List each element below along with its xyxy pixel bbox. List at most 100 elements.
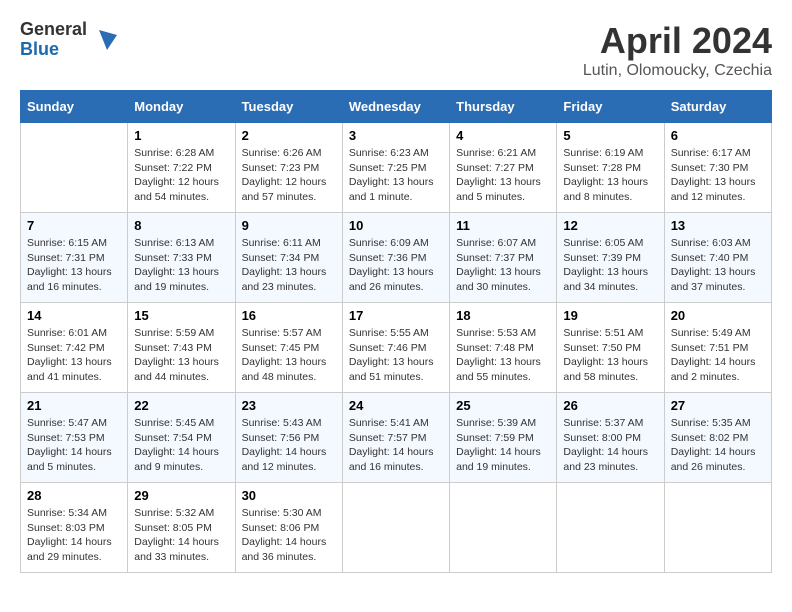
calendar-cell: 18 Sunrise: 5:53 AM Sunset: 7:48 PM Dayli… [450,303,557,393]
day-info: Sunrise: 5:59 AM Sunset: 7:43 PM Dayligh… [134,326,228,385]
day-number: 1 [134,128,228,143]
day-info: Sunrise: 5:57 AM Sunset: 7:45 PM Dayligh… [242,326,336,385]
day-info: Sunrise: 5:34 AM Sunset: 8:03 PM Dayligh… [27,506,121,565]
page-header: General Blue April 2024 Lutin, Olomoucky… [20,20,772,80]
calendar-cell: 11 Sunrise: 6:07 AM Sunset: 7:37 PM Dayli… [450,213,557,303]
calendar-cell: 5Sunrise: 6:19 AM Sunset: 7:28 PM Daylig… [557,123,664,213]
day-info: Sunrise: 6:01 AM Sunset: 7:42 PM Dayligh… [27,326,121,385]
day-info: Sunrise: 6:13 AM Sunset: 7:33 PM Dayligh… [134,236,228,295]
day-number: 21 [27,398,121,413]
calendar-cell: 14Sunrise: 6:01 AM Sunset: 7:42 PM Dayli… [21,303,128,393]
calendar-cell [342,483,449,573]
day-number: 24 [349,398,443,413]
calendar-cell: 3Sunrise: 6:23 AM Sunset: 7:25 PM Daylig… [342,123,449,213]
calendar-cell: 26 Sunrise: 5:37 AM Sunset: 8:00 PM Dayli… [557,393,664,483]
day-info: Sunrise: 6:09 AM Sunset: 7:36 PM Dayligh… [349,236,443,295]
week-row-1: 1 Sunrise: 6:28 AM Sunset: 7:22 PM Daylig… [21,123,772,213]
calendar-table: SundayMondayTuesdayWednesdayThursdayFrid… [20,90,772,573]
day-number: 11 [456,218,550,233]
calendar-cell: 12 Sunrise: 6:05 AM Sunset: 7:39 PM Dayli… [557,213,664,303]
calendar-cell: 22 Sunrise: 5:45 AM Sunset: 7:54 PM Dayli… [128,393,235,483]
day-info: Sunrise: 5:45 AM Sunset: 7:54 PM Dayligh… [134,416,228,475]
calendar-cell [450,483,557,573]
calendar-cell [557,483,664,573]
location-subtitle: Lutin, Olomoucky, Czechia [583,62,772,80]
day-info: Sunrise: 5:49 AM Sunset: 7:51 PM Dayligh… [671,326,765,385]
day-number: 28 [27,488,121,503]
calendar-cell: 16Sunrise: 5:57 AM Sunset: 7:45 PM Dayli… [235,303,342,393]
week-row-2: 7 Sunrise: 6:15 AM Sunset: 7:31 PM Daylig… [21,213,772,303]
calendar-cell: 1 Sunrise: 6:28 AM Sunset: 7:22 PM Daylig… [128,123,235,213]
day-number: 22 [134,398,228,413]
logo-icon [89,25,119,55]
day-info: Sunrise: 5:32 AM Sunset: 8:05 PM Dayligh… [134,506,228,565]
day-info: Sunrise: 5:51 AM Sunset: 7:50 PM Dayligh… [563,326,657,385]
day-info: Sunrise: 6:21 AM Sunset: 7:27 PM Dayligh… [456,146,550,205]
day-number: 18 [456,308,550,323]
day-number: 20 [671,308,765,323]
day-number: 10 [349,218,443,233]
day-number: 5 [563,128,657,143]
day-info: Sunrise: 6:11 AM Sunset: 7:34 PM Dayligh… [242,236,336,295]
calendar-cell: 29 Sunrise: 5:32 AM Sunset: 8:05 PM Dayli… [128,483,235,573]
day-number: 7 [27,218,121,233]
day-info: Sunrise: 5:37 AM Sunset: 8:00 PM Dayligh… [563,416,657,475]
month-title: April 2024 [583,20,772,62]
calendar-cell: 10 Sunrise: 6:09 AM Sunset: 7:36 PM Dayli… [342,213,449,303]
day-info: Sunrise: 6:07 AM Sunset: 7:37 PM Dayligh… [456,236,550,295]
calendar-cell: 4 Sunrise: 6:21 AM Sunset: 7:27 PM Daylig… [450,123,557,213]
day-info: Sunrise: 6:23 AM Sunset: 7:25 PM Dayligh… [349,146,443,205]
title-section: April 2024 Lutin, Olomoucky, Czechia [583,20,772,80]
day-info: Sunrise: 5:35 AM Sunset: 8:02 PM Dayligh… [671,416,765,475]
week-row-4: 21 Sunrise: 5:47 AM Sunset: 7:53 PM Dayli… [21,393,772,483]
day-info: Sunrise: 5:47 AM Sunset: 7:53 PM Dayligh… [27,416,121,475]
calendar-cell: 27 Sunrise: 5:35 AM Sunset: 8:02 PM Dayli… [664,393,771,483]
calendar-cell: 30 Sunrise: 5:30 AM Sunset: 8:06 PM Dayli… [235,483,342,573]
logo-blue-text: Blue [20,40,87,60]
day-number: 30 [242,488,336,503]
day-info: Sunrise: 6:15 AM Sunset: 7:31 PM Dayligh… [27,236,121,295]
day-info: Sunrise: 6:05 AM Sunset: 7:39 PM Dayligh… [563,236,657,295]
calendar-cell: 7 Sunrise: 6:15 AM Sunset: 7:31 PM Daylig… [21,213,128,303]
calendar-cell: 15 Sunrise: 5:59 AM Sunset: 7:43 PM Dayli… [128,303,235,393]
calendar-cell: 2 Sunrise: 6:26 AM Sunset: 7:23 PM Daylig… [235,123,342,213]
day-number: 6 [671,128,765,143]
calendar-cell: 28 Sunrise: 5:34 AM Sunset: 8:03 PM Dayli… [21,483,128,573]
week-row-3: 14Sunrise: 6:01 AM Sunset: 7:42 PM Dayli… [21,303,772,393]
day-header-wednesday: Wednesday [342,91,449,123]
day-info: Sunrise: 5:30 AM Sunset: 8:06 PM Dayligh… [242,506,336,565]
week-row-5: 28 Sunrise: 5:34 AM Sunset: 8:03 PM Dayli… [21,483,772,573]
calendar-cell [21,123,128,213]
day-number: 12 [563,218,657,233]
day-number: 26 [563,398,657,413]
day-header-sunday: Sunday [21,91,128,123]
calendar-cell: 6 Sunrise: 6:17 AM Sunset: 7:30 PM Daylig… [664,123,771,213]
calendar-cell: 9Sunrise: 6:11 AM Sunset: 7:34 PM Daylig… [235,213,342,303]
day-info: Sunrise: 6:26 AM Sunset: 7:23 PM Dayligh… [242,146,336,205]
calendar-cell: 23Sunrise: 5:43 AM Sunset: 7:56 PM Dayli… [235,393,342,483]
day-header-monday: Monday [128,91,235,123]
calendar-cell: 13 Sunrise: 6:03 AM Sunset: 7:40 PM Dayli… [664,213,771,303]
day-number: 19 [563,308,657,323]
day-info: Sunrise: 6:03 AM Sunset: 7:40 PM Dayligh… [671,236,765,295]
day-number: 17 [349,308,443,323]
day-number: 29 [134,488,228,503]
logo: General Blue [20,20,119,60]
day-header-friday: Friday [557,91,664,123]
day-number: 27 [671,398,765,413]
day-number: 4 [456,128,550,143]
day-info: Sunrise: 6:17 AM Sunset: 7:30 PM Dayligh… [671,146,765,205]
day-header-saturday: Saturday [664,91,771,123]
day-header-thursday: Thursday [450,91,557,123]
calendar-cell: 25Sunrise: 5:39 AM Sunset: 7:59 PM Dayli… [450,393,557,483]
calendar-cell: 21 Sunrise: 5:47 AM Sunset: 7:53 PM Dayli… [21,393,128,483]
day-info: Sunrise: 5:53 AM Sunset: 7:48 PM Dayligh… [456,326,550,385]
calendar-cell [664,483,771,573]
day-number: 13 [671,218,765,233]
day-header-tuesday: Tuesday [235,91,342,123]
day-info: Sunrise: 6:28 AM Sunset: 7:22 PM Dayligh… [134,146,228,205]
day-info: Sunrise: 5:41 AM Sunset: 7:57 PM Dayligh… [349,416,443,475]
day-number: 2 [242,128,336,143]
day-number: 15 [134,308,228,323]
day-info: Sunrise: 5:39 AM Sunset: 7:59 PM Dayligh… [456,416,550,475]
